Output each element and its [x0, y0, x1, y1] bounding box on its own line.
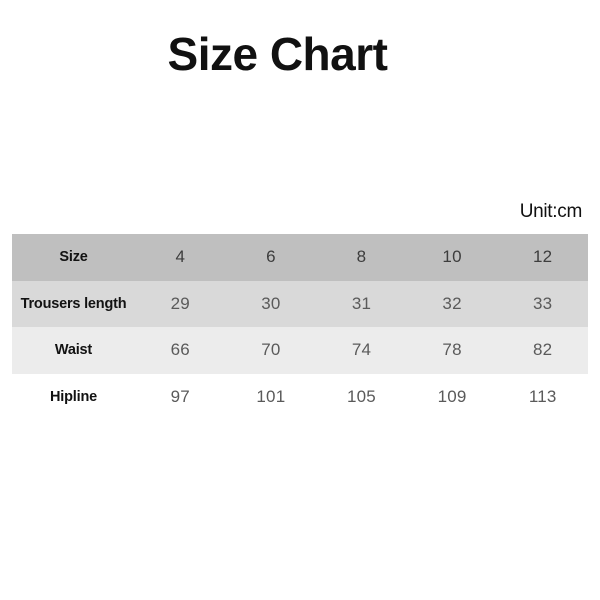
cell-size-col3: 8 — [356, 247, 367, 267]
unit-note: Unit:cm — [519, 201, 583, 222]
page-title: Size Chart — [167, 28, 388, 80]
cell-waist-col2: 70 — [261, 340, 281, 360]
table-row-hipline: Hipline 97 101 105 109 113 — [12, 373, 588, 420]
size-chart-table: Size 4 6 8 10 12 Trousers length 29 30 3… — [12, 234, 588, 420]
row-label-size: Size — [59, 249, 88, 266]
cell-hipline-col3: 105 — [347, 386, 376, 406]
cell-size-col2: 6 — [266, 247, 276, 267]
table-row-size: Size 4 6 8 10 12 — [12, 234, 588, 281]
cell-trousers-length-col5: 33 — [533, 293, 553, 313]
cell-hipline-col1: 97 — [170, 386, 190, 406]
row-label-hipline: Hipline — [50, 388, 97, 405]
cell-size-col4: 10 — [442, 247, 462, 267]
cell-trousers-length-col3: 31 — [351, 293, 372, 313]
cell-hipline-col4: 109 — [437, 386, 467, 406]
cell-waist-col5: 82 — [533, 340, 553, 360]
table-row-waist: Waist 66 70 74 78 82 — [12, 327, 588, 374]
cell-waist-col3: 74 — [351, 340, 372, 360]
cell-trousers-length-col1: 29 — [170, 293, 190, 313]
row-label-trousers-length: Trousers length — [20, 295, 127, 312]
cell-trousers-length-col2: 30 — [261, 293, 281, 313]
cell-size-col5: 12 — [533, 247, 553, 267]
cell-size-col1: 4 — [175, 247, 186, 267]
cell-trousers-length-col4: 32 — [442, 293, 462, 313]
row-label-waist: Waist — [54, 342, 93, 359]
cell-waist-col1: 66 — [170, 340, 190, 360]
cell-hipline-col2: 101 — [256, 386, 286, 406]
cell-waist-col4: 78 — [442, 340, 462, 360]
cell-hipline-col5: 113 — [528, 386, 557, 406]
table-row-trousers-length: Trousers length 29 30 31 32 33 — [12, 280, 588, 327]
